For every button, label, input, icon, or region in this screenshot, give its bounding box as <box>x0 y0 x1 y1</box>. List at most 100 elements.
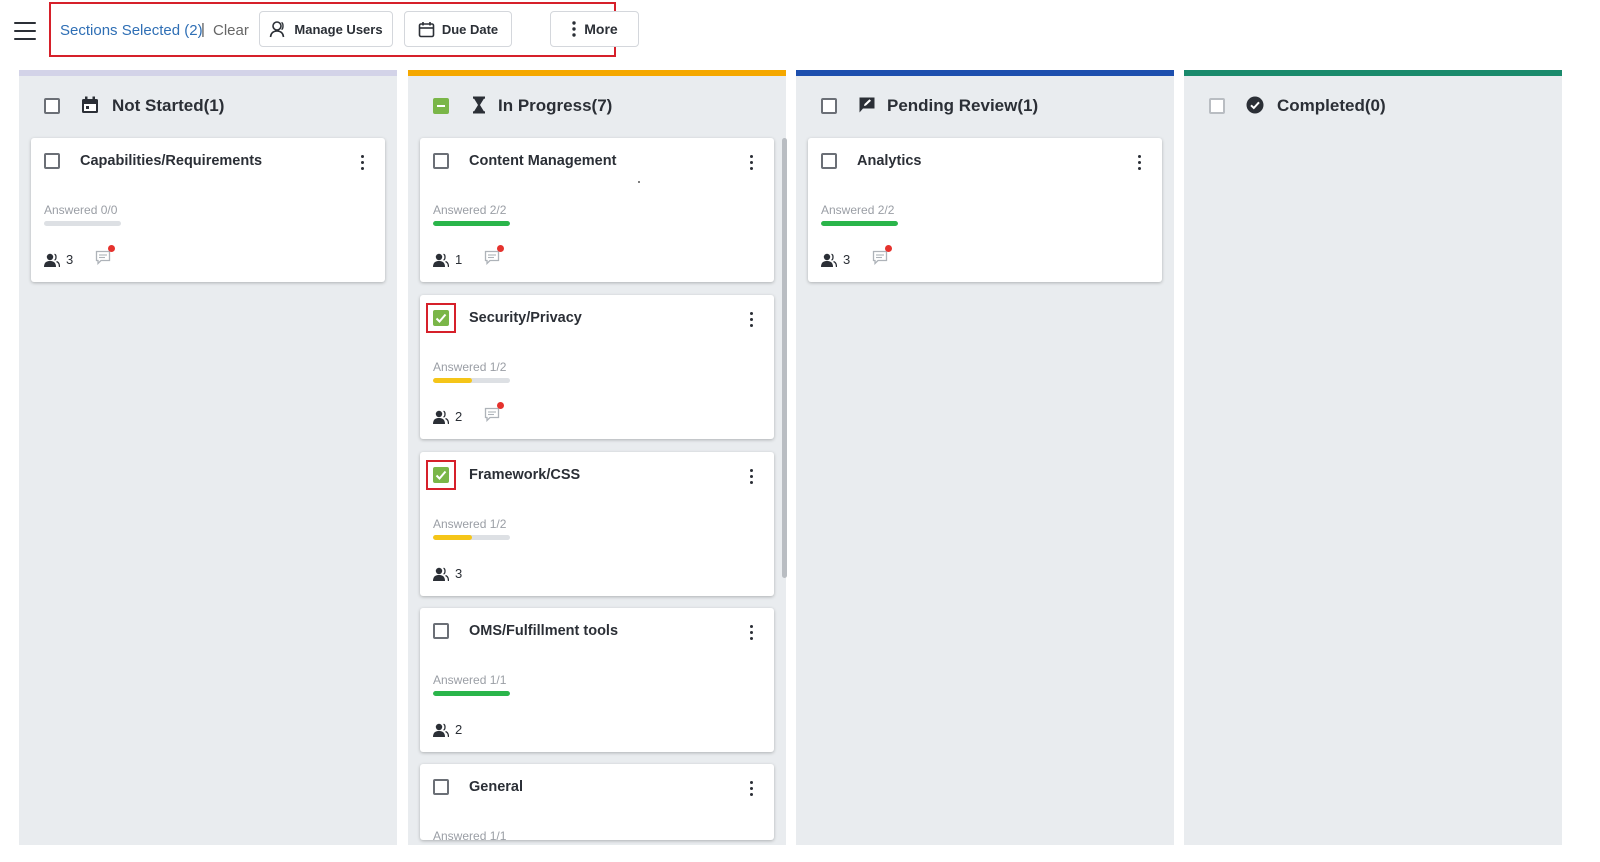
answered-count: Answered 1/2 <box>433 517 507 531</box>
sections-selected-label[interactable]: Sections Selected (2) <box>60 22 203 39</box>
card-menu-icon[interactable] <box>744 469 758 487</box>
user-icon <box>270 21 285 38</box>
section-card[interactable]: Security/Privacy Answered 1/2 2 <box>420 295 774 439</box>
card-select-checkbox[interactable] <box>44 153 60 169</box>
progress-fill <box>433 535 472 540</box>
column-status-bar <box>796 70 1174 76</box>
progress-bar <box>433 535 510 540</box>
calendar-outline-icon <box>418 21 435 37</box>
due-date-button[interactable]: Due Date <box>404 11 512 47</box>
column-select-checkbox[interactable] <box>1209 98 1225 114</box>
progress-bar <box>44 221 121 226</box>
column-scrollbar[interactable] <box>782 138 788 578</box>
assigned-users[interactable]: 2 <box>433 409 462 424</box>
assigned-users[interactable]: 3 <box>44 252 73 267</box>
section-card[interactable]: Capabilities/Requirements Answered 0/0 3 <box>31 138 385 282</box>
checkmark-icon <box>435 470 447 480</box>
column-header: Completed(0) <box>1184 92 1562 120</box>
progress-fill <box>821 221 898 226</box>
kebab-icon <box>572 21 576 37</box>
assigned-users[interactable]: 1 <box>433 252 462 267</box>
answered-count: Answered 1/1 <box>433 829 507 840</box>
section-card[interactable]: Content Management Answered 2/2 1 <box>420 138 774 282</box>
separator: | <box>201 21 205 38</box>
card-menu-icon[interactable] <box>744 625 758 643</box>
users-icon <box>821 253 837 267</box>
progress-bar <box>433 221 510 226</box>
manage-users-label: Manage Users <box>294 21 383 37</box>
card-menu-icon[interactable] <box>744 155 758 173</box>
column-completed: Completed(0) <box>1184 70 1562 845</box>
scrollbar-thumb[interactable] <box>782 138 787 578</box>
card-select-checkbox[interactable] <box>433 623 449 639</box>
card-title: Security/Privacy <box>469 310 582 326</box>
section-card[interactable]: General Answered 1/1 <box>420 764 774 840</box>
comment-icon[interactable] <box>872 245 892 268</box>
assigned-users[interactable]: 3 <box>433 566 462 581</box>
more-button[interactable]: More <box>550 11 639 47</box>
card-menu-icon[interactable] <box>744 781 758 799</box>
users-icon <box>44 253 60 267</box>
users-icon <box>433 253 449 267</box>
answered-count: Answered 2/2 <box>433 203 507 217</box>
card-select-checkbox[interactable] <box>433 153 449 169</box>
card-menu-icon[interactable] <box>744 312 758 330</box>
column-not-started: Not Started(1) Capabilities/Requirements… <box>19 70 397 845</box>
column-select-checkbox[interactable] <box>44 98 60 114</box>
answered-count: Answered 0/0 <box>44 203 118 217</box>
top-toolbar: Sections Selected (2) | Clear Manage Use… <box>0 0 1600 62</box>
clear-selection-link[interactable]: Clear <box>213 22 249 39</box>
section-card[interactable]: Analytics Answered 2/2 3 <box>808 138 1162 282</box>
users-count: 1 <box>455 252 463 267</box>
due-date-label: Due Date <box>441 21 499 37</box>
progress-bar <box>821 221 898 226</box>
answered-count: Answered 2/2 <box>821 203 895 217</box>
column-status-bar <box>408 70 786 76</box>
column-in-progress: In Progress(7) Content Management Answer… <box>408 70 788 845</box>
assigned-users[interactable]: 3 <box>821 252 850 267</box>
section-card[interactable]: Framework/CSS Answered 1/2 3 <box>420 452 774 596</box>
users-count: 3 <box>66 252 74 267</box>
progress-bar <box>433 691 510 696</box>
menu-icon[interactable] <box>14 22 36 42</box>
assigned-users[interactable]: 2 <box>433 722 462 737</box>
users-icon <box>433 410 449 424</box>
users-icon <box>433 723 449 737</box>
column-title: Pending Review(1) <box>887 96 1039 115</box>
manage-users-button[interactable]: Manage Users <box>259 11 393 47</box>
review-icon <box>859 97 875 113</box>
comment-icon[interactable] <box>95 245 115 268</box>
selection-toolbar: Sections Selected (2) | Clear Manage Use… <box>49 2 639 57</box>
card-menu-icon[interactable] <box>355 155 369 173</box>
answered-count: Answered 1/1 <box>433 673 507 687</box>
card-select-checkbox[interactable] <box>433 779 449 795</box>
comment-icon[interactable] <box>484 402 504 425</box>
card-title: Analytics <box>857 153 922 169</box>
column-select-checkbox[interactable] <box>821 98 837 114</box>
card-title: Capabilities/Requirements <box>80 153 263 169</box>
progress-fill <box>433 378 472 383</box>
card-title: Framework/CSS <box>469 467 581 483</box>
users-count: 3 <box>455 566 463 581</box>
answered-count: Answered 1/2 <box>433 360 507 374</box>
users-icon <box>433 567 449 581</box>
users-count: 2 <box>455 409 463 424</box>
card-menu-icon[interactable] <box>1132 155 1146 173</box>
column-header: In Progress(7) <box>408 92 786 120</box>
card-select-checkbox[interactable] <box>821 153 837 169</box>
column-title: In Progress(7) <box>498 96 613 115</box>
column-header: Pending Review(1) <box>796 92 1174 120</box>
progress-fill <box>433 221 510 226</box>
column-header: Not Started(1) <box>19 92 397 120</box>
calendar-icon <box>82 96 98 113</box>
section-card[interactable]: OMS/Fulfillment tools Answered 1/1 2 <box>420 608 774 752</box>
column-title: Completed(0) <box>1277 96 1386 115</box>
comment-icon[interactable] <box>484 245 504 268</box>
unread-comment-dot <box>885 245 892 252</box>
card-select-checkbox[interactable] <box>433 310 449 326</box>
column-select-checkbox[interactable] <box>433 98 449 114</box>
card-select-checkbox[interactable] <box>433 467 449 483</box>
checkmark-icon <box>435 313 447 323</box>
check-circle-icon <box>1246 96 1264 114</box>
hourglass-icon <box>473 96 485 114</box>
